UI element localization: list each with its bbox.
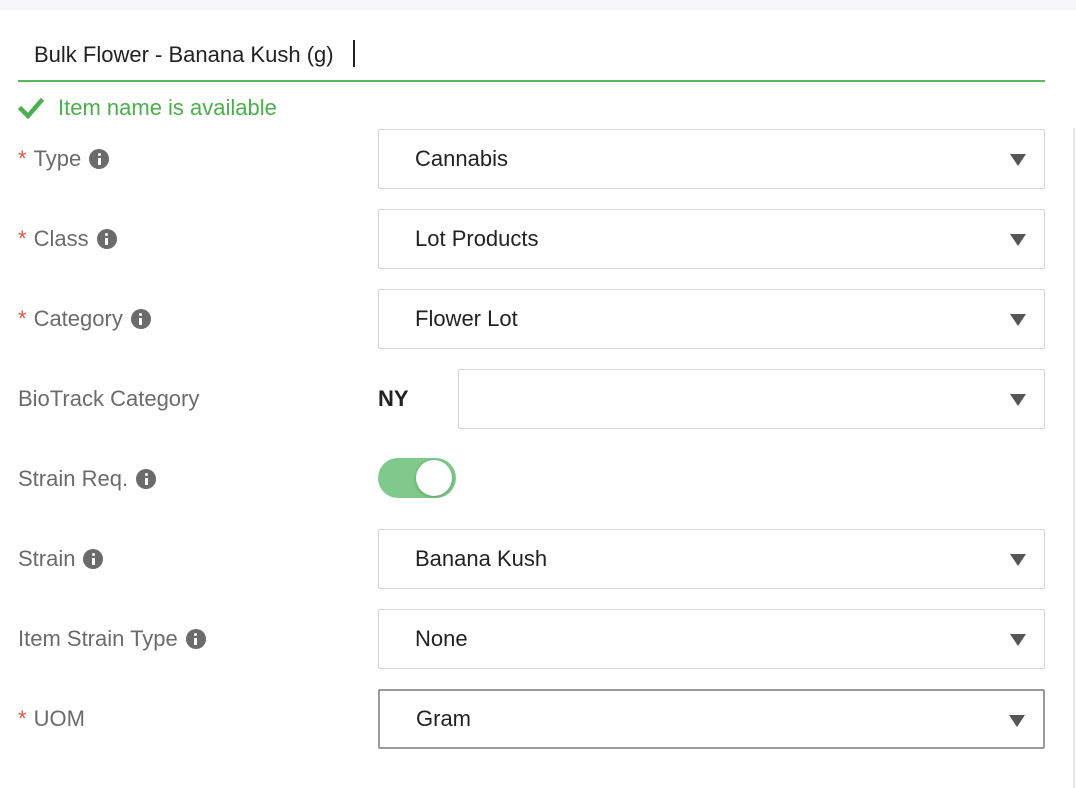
- caret-down-icon[interactable]: [1010, 234, 1026, 246]
- text-caret: [353, 40, 355, 67]
- caret-down-icon[interactable]: [1010, 554, 1026, 566]
- info-icon[interactable]: [96, 229, 117, 249]
- info-icon[interactable]: [185, 629, 206, 649]
- uom-select-value: Gram: [416, 706, 471, 731]
- required-marker: *: [18, 146, 27, 171]
- class-select[interactable]: Lot Products: [378, 209, 1045, 269]
- caret-down-icon[interactable]: [1010, 314, 1026, 326]
- strain-label: Strain: [18, 529, 104, 589]
- strain-req-label: Strain Req.: [18, 449, 157, 509]
- type-select[interactable]: Cannabis: [378, 129, 1045, 189]
- strain-req-label-text: Strain Req.: [18, 466, 129, 491]
- uom-row: * UOM Gram: [0, 689, 1076, 749]
- category-label: * Category: [18, 289, 151, 349]
- class-row: * Class Lot Products: [0, 209, 1076, 269]
- uom-label: * UOM: [18, 689, 85, 749]
- required-marker: *: [18, 306, 27, 331]
- caret-down-icon[interactable]: [1010, 634, 1026, 646]
- strain-req-toggle[interactable]: [378, 458, 456, 498]
- category-label-text: Category: [33, 306, 123, 331]
- type-row: * Type Cannabis: [0, 129, 1076, 189]
- category-row: * Category Flower Lot: [0, 289, 1076, 349]
- class-label-text: Class: [33, 226, 89, 251]
- type-select-value: Cannabis: [415, 146, 508, 171]
- uom-select[interactable]: Gram: [378, 689, 1045, 749]
- required-marker: *: [18, 226, 27, 251]
- item-strain-type-select[interactable]: None: [378, 609, 1045, 669]
- biotrack-select[interactable]: [458, 369, 1045, 429]
- uom-label-text: UOM: [33, 706, 85, 731]
- category-select[interactable]: Flower Lot: [378, 289, 1045, 349]
- caret-down-icon[interactable]: [1010, 394, 1026, 406]
- item-strain-type-select-value: None: [415, 626, 468, 651]
- item-strain-type-label: Item Strain Type: [18, 609, 206, 669]
- item-name-status: Item name is available: [18, 92, 277, 124]
- item-name-input[interactable]: [18, 30, 1045, 82]
- item-strain-type-row: Item Strain Type None: [0, 609, 1076, 669]
- type-label: * Type: [18, 129, 110, 189]
- toggle-knob: [416, 460, 452, 496]
- biotrack-row: BioTrack Category NY: [0, 369, 1076, 429]
- info-icon[interactable]: [89, 149, 110, 169]
- caret-down-icon[interactable]: [1009, 715, 1025, 727]
- strain-req-row: Strain Req.: [0, 449, 1076, 509]
- biotrack-label: BioTrack Category: [18, 369, 199, 429]
- class-select-value: Lot Products: [415, 226, 539, 251]
- item-name-status-text: Item name is available: [58, 95, 277, 120]
- check-icon: [18, 97, 44, 120]
- state-code: NY: [378, 386, 409, 411]
- class-label: * Class: [18, 209, 117, 269]
- category-select-value: Flower Lot: [415, 306, 518, 331]
- required-marker: *: [18, 706, 27, 731]
- item-strain-type-label-text: Item Strain Type: [18, 626, 178, 651]
- strain-row: Strain Banana Kush: [0, 529, 1076, 589]
- caret-down-icon[interactable]: [1010, 154, 1026, 166]
- strain-label-text: Strain: [18, 546, 76, 571]
- info-icon[interactable]: [130, 309, 151, 329]
- info-icon[interactable]: [83, 549, 104, 569]
- biotrack-label-text: BioTrack Category: [18, 386, 200, 411]
- type-label-text: Type: [33, 146, 82, 171]
- top-bar: [0, 0, 1076, 10]
- strain-select-value: Banana Kush: [415, 546, 548, 571]
- strain-select[interactable]: Banana Kush: [378, 529, 1045, 589]
- info-icon[interactable]: [136, 469, 157, 489]
